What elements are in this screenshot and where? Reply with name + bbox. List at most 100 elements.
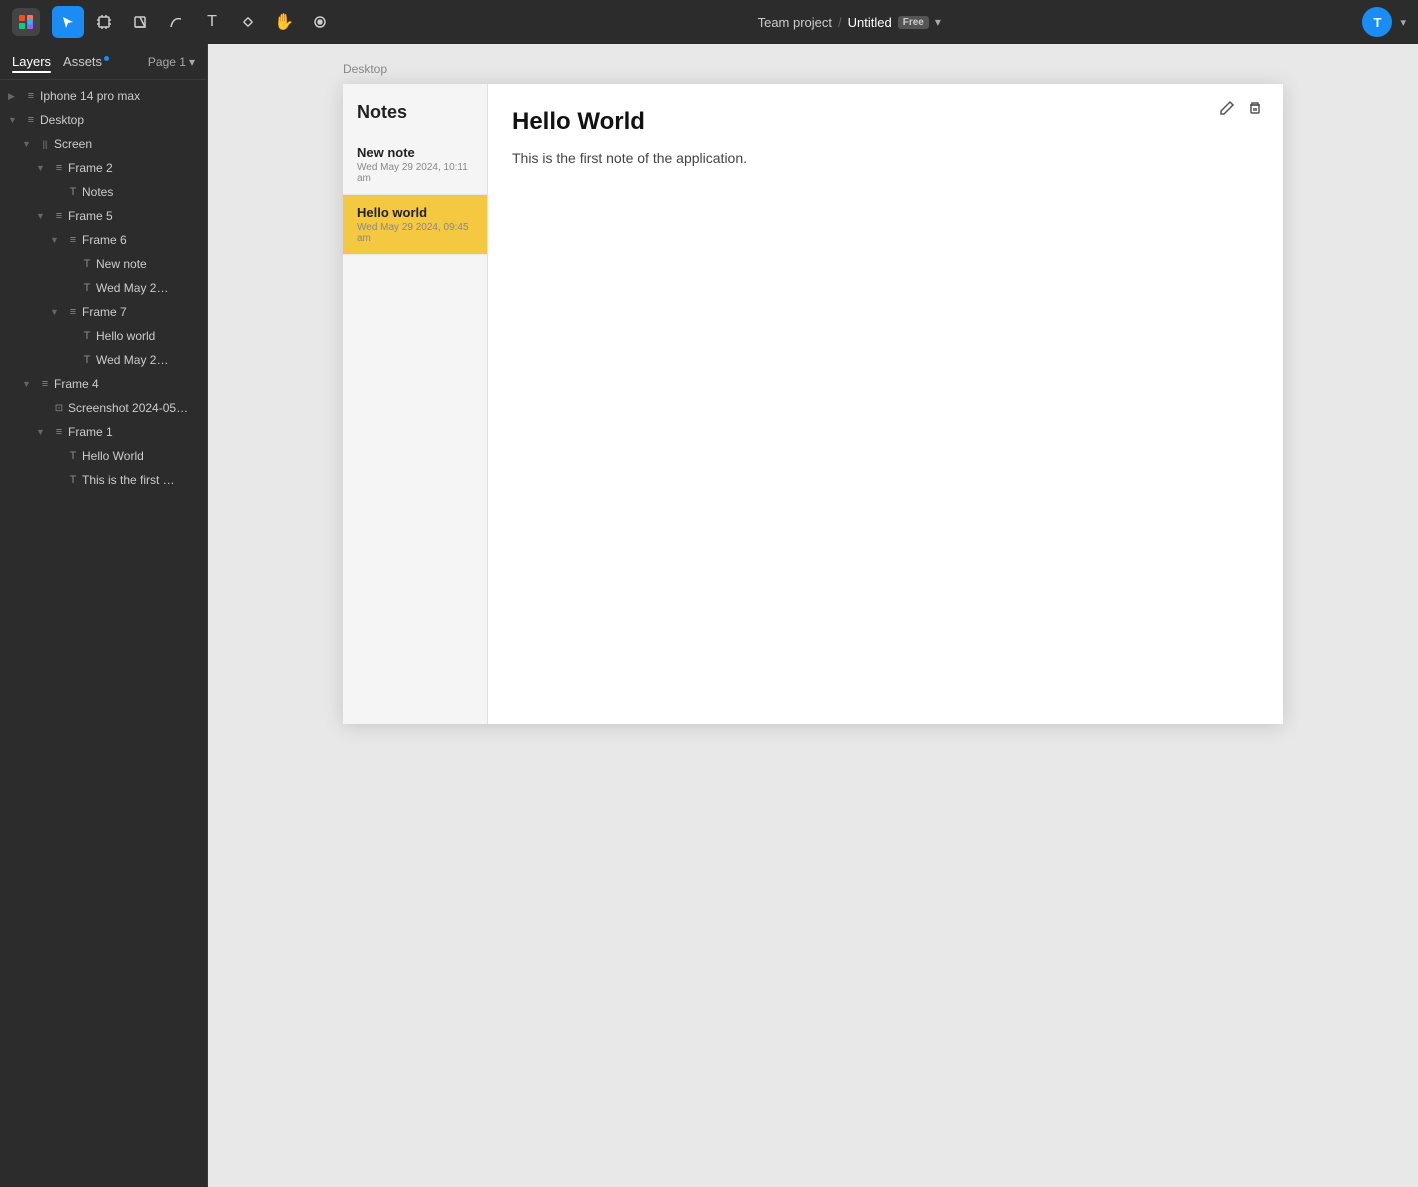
layer-label: Wed May 2…: [96, 281, 199, 295]
layer-frame4[interactable]: ▼ ≡ Frame 4: [4, 372, 203, 396]
file-name: Untitled: [848, 15, 892, 30]
frame-tool[interactable]: [88, 6, 120, 38]
layer-label: Wed May 2…: [96, 353, 199, 367]
avatar[interactable]: T: [1362, 7, 1392, 37]
note-date: Wed May 29 2024, 09:45 am: [357, 222, 473, 244]
note-detail-body: This is the first note of the applicatio…: [512, 148, 1259, 169]
select-tool[interactable]: [52, 6, 84, 38]
layers-list: ▶ ≡ Iphone 14 pro max ▼ ≡ Desktop ▼ || S…: [0, 80, 207, 496]
layer-notes[interactable]: ▶ T Notes: [4, 180, 203, 204]
expand-icon: ▼: [36, 427, 50, 437]
file-dropdown-icon[interactable]: ▾: [935, 15, 941, 29]
frame-icon: ≡: [50, 423, 68, 441]
layer-frame6[interactable]: ▼ ≡ Frame 6: [4, 228, 203, 252]
edit-icon[interactable]: [1219, 100, 1235, 121]
layer-label: Desktop: [40, 113, 199, 127]
layer-label: Notes: [82, 185, 199, 199]
layer-label: Iphone 14 pro max: [40, 89, 199, 103]
layer-label: Frame 6: [82, 233, 199, 247]
text-icon: T: [78, 327, 96, 345]
layer-wedmay1[interactable]: ▶ T Wed May 2…: [4, 276, 203, 300]
notes-app: Notes New note Wed May 29 2024, 10:11 am…: [343, 84, 1283, 724]
assets-dot: [104, 56, 109, 61]
layer-label: Frame 1: [68, 425, 199, 439]
hand-tool[interactable]: ✋: [268, 6, 300, 38]
component-tool[interactable]: [232, 6, 264, 38]
text-icon: T: [78, 255, 96, 273]
frame-icon: ≡: [50, 207, 68, 225]
layer-label: Frame 2: [68, 161, 199, 175]
expand-icon: ▼: [8, 115, 22, 125]
layer-label: Hello World: [82, 449, 199, 463]
layer-firstnote[interactable]: ▶ T This is the first …: [4, 468, 203, 492]
frame-icon: ≡: [22, 87, 40, 105]
note-item-hello-world[interactable]: Hello world Wed May 29 2024, 09:45 am: [343, 195, 487, 255]
expand-icon: ▼: [36, 211, 50, 221]
layer-label: Frame 5: [68, 209, 199, 223]
expand-icon: ▼: [50, 235, 64, 245]
layer-label: Hello world: [96, 329, 199, 343]
text-icon: T: [64, 471, 82, 489]
note-item-new-note[interactable]: New note Wed May 29 2024, 10:11 am: [343, 135, 487, 195]
notes-sidebar: Notes New note Wed May 29 2024, 10:11 am…: [343, 84, 488, 724]
layer-label: Frame 7: [82, 305, 199, 319]
sidebar-tabs: Layers Assets Page 1 ▾: [0, 44, 207, 80]
canvas-frame-label: Desktop: [343, 62, 387, 76]
layer-screen[interactable]: ▼ || Screen: [4, 132, 203, 156]
note-title: Hello world: [357, 205, 473, 220]
layer-wedmay2[interactable]: ▶ T Wed May 2…: [4, 348, 203, 372]
layer-label: Screenshot 2024-05…: [68, 401, 199, 415]
expand-icon: ▼: [22, 139, 36, 149]
notes-content: Hello World This is the first note of th…: [488, 84, 1283, 724]
text-tool[interactable]: T: [196, 6, 228, 38]
text-icon: T: [64, 447, 82, 465]
expand-icon: ▼: [36, 163, 50, 173]
shape-tool[interactable]: [124, 6, 156, 38]
frame-icon: ≡: [64, 303, 82, 321]
vector-tool[interactable]: [160, 6, 192, 38]
topbar-right: T ▾: [1362, 7, 1406, 37]
topbar-center: Team project / Untitled Free ▾: [344, 15, 1354, 30]
app-logo[interactable]: [12, 8, 40, 36]
layer-iphone[interactable]: ▶ ≡ Iphone 14 pro max: [4, 84, 203, 108]
layer-frame7[interactable]: ▼ ≡ Frame 7: [4, 300, 203, 324]
tab-assets[interactable]: Assets: [63, 52, 109, 71]
layer-frame5[interactable]: ▼ ≡ Frame 5: [4, 204, 203, 228]
expand-icon: ▶: [8, 91, 22, 102]
layer-label: Frame 4: [54, 377, 199, 391]
breadcrumb-sep: /: [838, 15, 842, 30]
canvas-frame: Notes New note Wed May 29 2024, 10:11 am…: [343, 84, 1283, 724]
note-detail-title: Hello World: [512, 108, 1259, 136]
text-icon: T: [64, 183, 82, 201]
comment-tool[interactable]: [304, 6, 336, 38]
text-icon: T: [78, 279, 96, 297]
tab-layers[interactable]: Layers: [12, 52, 51, 71]
text-icon: T: [78, 351, 96, 369]
tools-group: T ✋: [52, 6, 336, 38]
image-icon: ⊡: [50, 399, 68, 417]
frame-icon: ≡: [22, 111, 40, 129]
frame-icon: ≡: [50, 159, 68, 177]
layer-desktop[interactable]: ▼ ≡ Desktop: [4, 108, 203, 132]
note-title: New note: [357, 145, 473, 160]
project-name: Team project: [758, 15, 832, 30]
delete-icon[interactable]: [1247, 100, 1263, 121]
group-icon: ||: [36, 135, 54, 153]
layer-newnote[interactable]: ▶ T New note: [4, 252, 203, 276]
layer-helloworld-lower[interactable]: ▶ T Hello world: [4, 324, 203, 348]
expand-icon: ▼: [22, 379, 36, 389]
page-selector[interactable]: Page 1 ▾: [148, 55, 195, 69]
layer-helloworld-cap[interactable]: ▶ T Hello World: [4, 444, 203, 468]
layer-frame1[interactable]: ▼ ≡ Frame 1: [4, 420, 203, 444]
notes-toolbar: [1219, 100, 1263, 121]
sidebar: Layers Assets Page 1 ▾ ▶ ≡ Iphone 14 pro…: [0, 44, 208, 1187]
notes-sidebar-title: Notes: [343, 84, 487, 135]
avatar-dropdown-icon[interactable]: ▾: [1400, 16, 1406, 29]
frame-icon: ≡: [64, 231, 82, 249]
layer-frame2[interactable]: ▼ ≡ Frame 2: [4, 156, 203, 180]
layer-screenshot[interactable]: ▶ ⊡ Screenshot 2024-05…: [4, 396, 203, 420]
expand-icon: ▼: [50, 307, 64, 317]
free-badge: Free: [898, 16, 929, 29]
layer-label: Screen: [54, 137, 199, 151]
canvas[interactable]: Desktop Notes New note Wed May 29 2024, …: [208, 44, 1418, 1187]
